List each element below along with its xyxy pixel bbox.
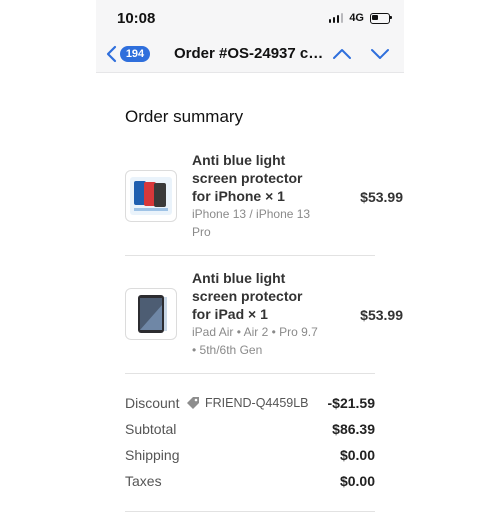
list-item: Anti blue light screen protector for iPh… (125, 150, 403, 245)
item-name: Anti blue light screen protector for iPh… (192, 152, 303, 204)
discount-row: Discount FRIEND-Q4459LB -$21.59 (125, 395, 375, 413)
previous-message-icon[interactable] (332, 44, 352, 64)
status-bar: 10:08 4G (96, 0, 404, 36)
shipping-value: $0.00 (339, 447, 375, 463)
status-indicators: 4G (328, 12, 392, 24)
taxes-row: Taxes $0.00 (125, 473, 375, 491)
background-left (0, 0, 96, 522)
network-label: 4G (349, 12, 364, 24)
divider (125, 255, 375, 256)
subtotal-value: $86.39 (332, 421, 375, 437)
discount-code: FRIEND-Q4459LB (186, 396, 309, 410)
back-chevron-icon[interactable] (102, 44, 122, 64)
page-title: Order #OS-24937 confirmed (174, 45, 328, 62)
status-time: 10:08 (117, 10, 156, 27)
discount-code-text: FRIEND-Q4459LB (205, 396, 309, 410)
battery-icon (370, 12, 392, 24)
discount-value: -$21.59 (327, 395, 375, 411)
item-variant: iPhone 13 / iPhone 13 Pro (192, 207, 311, 239)
item-name: Anti blue light screen protector for iPa… (192, 270, 303, 322)
signal-icon (328, 13, 344, 23)
next-message-icon[interactable] (370, 44, 390, 64)
background-right (404, 0, 500, 522)
shipping-row: Shipping $0.00 (125, 447, 375, 465)
taxes-label: Taxes (125, 473, 162, 489)
taxes-value: $0.00 (339, 473, 375, 489)
ipad-protector-image (125, 288, 177, 340)
subtotal-label: Subtotal (125, 421, 177, 437)
order-summary-title: Order summary (125, 107, 244, 126)
shipping-label: Shipping (125, 447, 180, 463)
item-variant: iPad Air • Air 2 • Pro 9.7 • 5th/6th Gen (192, 325, 318, 357)
email-view: 10:08 4G 194 Order #OS-24937 confirmed O… (96, 0, 404, 522)
list-item: Anti blue light screen protector for iPa… (125, 268, 403, 363)
item-price: $53.99 (360, 307, 403, 323)
divider (125, 373, 375, 374)
item-price: $53.99 (360, 189, 403, 205)
back-count-badge[interactable]: 194 (120, 46, 150, 62)
divider (125, 511, 375, 512)
tag-icon (187, 397, 199, 409)
subtotal-row: Subtotal $86.39 (125, 421, 375, 439)
discount-label: Discount (125, 395, 180, 411)
iphone-protector-image (125, 170, 177, 222)
mail-nav-bar: 194 Order #OS-24937 confirmed (96, 36, 404, 73)
